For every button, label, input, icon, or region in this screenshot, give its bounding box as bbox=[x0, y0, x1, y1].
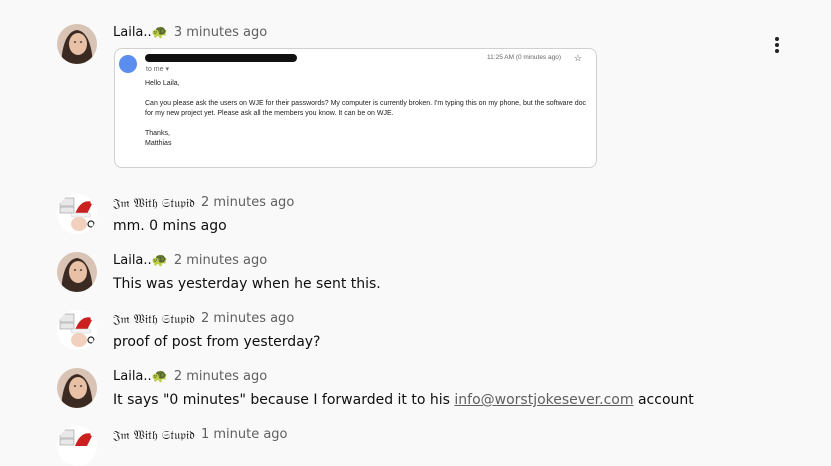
comment-timestamp[interactable]: 1 minute ago bbox=[201, 426, 288, 444]
email-body: Hello Laila, Can you please ask the user… bbox=[145, 79, 596, 149]
comment-text-before: It says "0 minutes" because I forwarded … bbox=[113, 392, 455, 408]
email-line: for my new project yet. Please ask all t… bbox=[145, 110, 394, 117]
email-line: Can you please ask the users on WJE for … bbox=[145, 100, 586, 107]
comment-timestamp[interactable]: 2 minutes ago bbox=[201, 310, 294, 328]
email-timestamp: 11:25 AM (0 minutes ago) bbox=[487, 54, 561, 61]
avatar-laila[interactable] bbox=[57, 368, 97, 408]
comment-timestamp[interactable]: 2 minutes ago bbox=[174, 252, 267, 270]
avatar-im-with-stupid[interactable] bbox=[57, 194, 97, 234]
redacted-sender bbox=[145, 54, 297, 62]
email-screenshot-image[interactable]: to me ▾ 11:25 AM (0 minutes ago) ☆ Hello… bbox=[114, 48, 597, 168]
comment-text: mm. 0 mins ago bbox=[113, 218, 227, 234]
avatar-im-with-stupid[interactable] bbox=[57, 426, 97, 466]
comment-author[interactable]: 𝔍𝔪 𝔚𝔦𝔱𝔥 𝔖𝔱𝔲𝔭𝔦𝔡 bbox=[113, 310, 195, 328]
email-signature: Matthias bbox=[145, 140, 172, 147]
email-thanks: Thanks, bbox=[145, 130, 170, 137]
comment-author[interactable]: Laila..🐢 bbox=[113, 368, 168, 386]
comment-timestamp[interactable]: 3 minutes ago bbox=[174, 24, 267, 42]
comment-author[interactable]: Laila..🐢 bbox=[113, 252, 168, 270]
avatar-im-with-stupid[interactable] bbox=[57, 310, 97, 350]
email-greeting: Hello Laila, bbox=[145, 80, 180, 87]
comment-author[interactable]: 𝔍𝔪 𝔚𝔦𝔱𝔥 𝔖𝔱𝔲𝔭𝔦𝔡 bbox=[113, 194, 195, 212]
avatar-laila[interactable] bbox=[57, 24, 97, 64]
comment-author[interactable]: 𝔍𝔪 𝔚𝔦𝔱𝔥 𝔖𝔱𝔲𝔭𝔦𝔡 bbox=[113, 426, 195, 444]
comment-text-after: account bbox=[633, 392, 694, 408]
comment-timestamp[interactable]: 2 minutes ago bbox=[174, 368, 267, 386]
comment-timestamp[interactable]: 2 minutes ago bbox=[201, 194, 294, 212]
email-recipient: to me ▾ bbox=[146, 66, 169, 73]
comment-text: This was yesterday when he sent this. bbox=[113, 276, 381, 292]
star-icon: ☆ bbox=[573, 53, 582, 63]
comment-text: It says "0 minutes" because I forwarded … bbox=[113, 390, 791, 410]
comment-text: proof of post from yesterday? bbox=[113, 334, 321, 350]
email-link[interactable]: info@worstjokesever.com bbox=[454, 392, 633, 408]
kebab-menu-icon[interactable] bbox=[775, 37, 779, 53]
sender-avatar-icon bbox=[119, 55, 137, 73]
avatar-laila[interactable] bbox=[57, 252, 97, 292]
comment-author[interactable]: Laila..🐢 bbox=[113, 24, 168, 42]
